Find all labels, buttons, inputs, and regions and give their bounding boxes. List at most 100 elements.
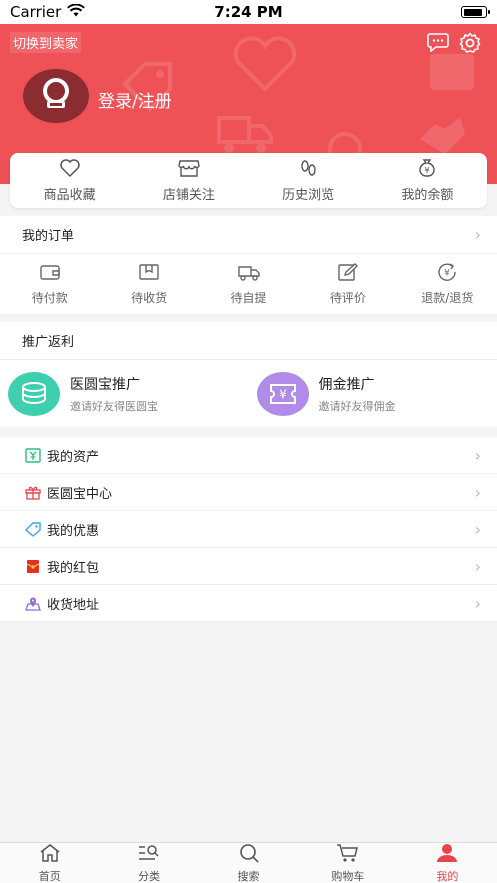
header-actions xyxy=(427,32,481,58)
menu-label: 收货地址 xyxy=(47,597,100,613)
carrier-label: Carrier xyxy=(10,3,62,21)
stats-card: 商品收藏 店铺关注 历史浏览 ¥ 我的余额 xyxy=(10,153,487,208)
package-icon xyxy=(138,263,160,285)
order-label: 待自提 xyxy=(230,290,267,305)
tab-label: 购物车 xyxy=(331,869,365,883)
tab-label: 首页 xyxy=(38,869,61,883)
tab-cart[interactable]: 购物车 xyxy=(298,843,397,883)
order-status-row: 待付款 待收货 待自提 待评价 ¥ 退款/退货 xyxy=(0,254,497,314)
heart-decoration xyxy=(233,36,297,92)
menu-list: 我的资产 › 医圆宝中心 › 我的优惠 › 我的红包 › 收货地址 › xyxy=(0,437,497,622)
my-orders-row[interactable]: 我的订单 › xyxy=(0,216,497,254)
home-icon xyxy=(39,843,61,867)
menu-my-coupons[interactable]: 我的优惠 › xyxy=(0,511,497,548)
tab-bar: 首页 分类 搜索 购物车 我的 xyxy=(0,842,497,883)
cart-icon xyxy=(336,843,360,867)
promotion-section: 推广返利 医圆宝推广 邀请好友得医圆宝 ¥ 佣金推广 邀请好友得佣金 xyxy=(0,322,497,427)
chevron-right-icon: › xyxy=(474,519,481,539)
address-icon xyxy=(25,595,41,611)
promotion-row: 医圆宝推广 邀请好友得医圆宝 ¥ 佣金推广 邀请好友得佣金 xyxy=(0,360,497,427)
svg-text:¥: ¥ xyxy=(425,166,430,175)
promo-subtitle: 邀请好友得医圆宝 xyxy=(70,399,158,413)
avatar[interactable] xyxy=(22,68,90,124)
promo-text: 医圆宝推广 邀请好友得医圆宝 xyxy=(70,374,158,414)
wifi-icon xyxy=(67,3,86,21)
tab-label: 搜索 xyxy=(237,869,260,883)
settings-gear-icon[interactable] xyxy=(459,32,481,58)
order-label: 待付款 xyxy=(31,290,68,305)
menu-yiyuanbao-center[interactable]: 医圆宝中心 › xyxy=(0,474,497,511)
profile-icon xyxy=(436,843,458,867)
order-pending-pickup[interactable]: 待自提 xyxy=(199,254,298,314)
tab-search[interactable]: 搜索 xyxy=(199,843,298,883)
truck-decoration xyxy=(217,116,273,153)
order-pending-review[interactable]: 待评价 xyxy=(298,254,397,314)
promo-yiyuanbao[interactable]: 医圆宝推广 邀请好友得医圆宝 xyxy=(0,371,249,416)
svg-text:¥: ¥ xyxy=(444,268,450,278)
money-bag-icon: ¥ xyxy=(416,158,438,182)
tab-label: 分类 xyxy=(138,869,161,883)
menu-my-assets[interactable]: 我的资产 › xyxy=(0,437,497,474)
switch-to-seller-button[interactable]: 切换到卖家 xyxy=(10,32,82,53)
refund-icon: ¥ xyxy=(435,262,459,285)
stat-store-follow[interactable]: 店铺关注 xyxy=(129,153,248,208)
promotion-header: 推广返利 xyxy=(0,322,497,360)
menu-label: 我的资产 xyxy=(47,449,100,465)
stat-balance[interactable]: ¥ 我的余额 xyxy=(368,153,487,208)
promo-subtitle: 邀请好友得佣金 xyxy=(318,399,396,413)
login-register-link[interactable]: 登录/注册 xyxy=(98,87,172,112)
svg-text:¥: ¥ xyxy=(279,387,287,401)
coins-icon xyxy=(8,371,60,416)
wallet-icon xyxy=(39,263,61,285)
battery-icon xyxy=(461,6,490,18)
order-label: 待收货 xyxy=(131,290,168,305)
assets-icon xyxy=(25,447,41,463)
status-left: Carrier xyxy=(10,3,86,21)
orders-section: 我的订单 › 待付款 待收货 待自提 待评价 ¥ 退款/退货 xyxy=(0,216,497,314)
heart-icon xyxy=(59,158,81,182)
stat-label: 商品收藏 xyxy=(43,188,96,203)
ticket-icon: ¥ xyxy=(256,371,309,416)
menu-label: 医圆宝中心 xyxy=(47,486,113,502)
chevron-right-icon: › xyxy=(474,593,481,613)
store-icon xyxy=(177,158,201,182)
red-envelope-icon xyxy=(25,558,41,574)
stat-favorites[interactable]: 商品收藏 xyxy=(10,153,129,208)
chevron-right-icon: › xyxy=(474,445,481,465)
tab-home[interactable]: 首页 xyxy=(0,843,99,883)
menu-label: 我的优惠 xyxy=(47,523,100,539)
promo-text: 佣金推广 邀请好友得佣金 xyxy=(319,374,396,414)
search-icon xyxy=(238,843,260,867)
category-icon xyxy=(137,843,161,867)
gift-icon xyxy=(25,484,41,500)
stat-history[interactable]: 历史浏览 xyxy=(249,153,368,208)
chevron-right-icon: › xyxy=(474,225,481,244)
order-pending-payment[interactable]: 待付款 xyxy=(0,254,99,314)
menu-shipping-address[interactable]: 收货地址 › xyxy=(0,585,497,622)
tab-label: 我的 xyxy=(436,869,459,883)
section-title: 推广返利 xyxy=(22,335,75,350)
order-label: 待评价 xyxy=(329,290,366,305)
stat-label: 我的余额 xyxy=(401,188,454,203)
order-label: 退款/退货 xyxy=(421,290,474,305)
hand-decoration xyxy=(420,117,465,154)
tab-category[interactable]: 分类 xyxy=(99,843,198,883)
promo-title: 医圆宝推广 xyxy=(70,376,140,393)
stat-label: 历史浏览 xyxy=(282,188,335,203)
footprint-icon xyxy=(297,158,319,182)
section-title: 我的订单 xyxy=(22,229,75,244)
chevron-right-icon: › xyxy=(474,556,481,576)
chevron-right-icon: › xyxy=(474,482,481,502)
menu-red-envelope[interactable]: 我的红包 › xyxy=(0,548,497,585)
stat-label: 店铺关注 xyxy=(162,188,215,203)
order-refund[interactable]: ¥ 退款/退货 xyxy=(398,254,497,314)
message-icon[interactable] xyxy=(427,32,449,58)
tab-mine[interactable]: 我的 xyxy=(398,843,497,883)
promo-commission[interactable]: ¥ 佣金推广 邀请好友得佣金 xyxy=(249,371,497,416)
menu-label: 我的红包 xyxy=(47,560,100,576)
order-pending-receipt[interactable]: 待收货 xyxy=(99,254,198,314)
truck-icon xyxy=(237,263,261,285)
promo-title: 佣金推广 xyxy=(318,376,375,393)
status-bar: Carrier 7:24 PM xyxy=(0,0,497,24)
tag-icon xyxy=(25,521,41,537)
